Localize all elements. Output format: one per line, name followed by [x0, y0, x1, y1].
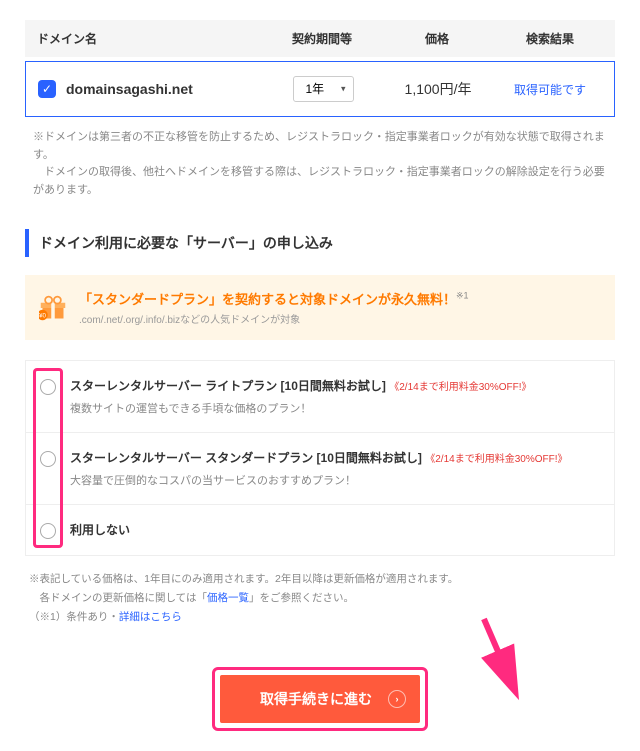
annotation-cta-highlight: 取得手続きに進む ›	[212, 667, 428, 731]
promo-line2: .com/.net/.org/.info/.bizなどの人気ドメインが対象	[79, 311, 469, 326]
domain-checkbox[interactable]: ✓	[38, 80, 56, 98]
availability-text: 取得可能です	[514, 83, 586, 97]
table-footnote: ※ドメインは第三者の不正な移管を防止するため、レジストラロック・指定事業者ロック…	[33, 129, 615, 199]
plan-option-light[interactable]: スターレンタルサーバー ライトプラン [10日間無料お試し] 《2/14まで利用…	[26, 361, 614, 433]
price-list-link[interactable]: 価格一覧	[207, 592, 249, 604]
promo-banner: ¥0 「スタンダードプラン」を契約すると対象ドメインが永久無料！※1 .com/…	[25, 275, 615, 340]
price-text: 1,100円/年	[378, 79, 498, 99]
radio-icon[interactable]	[40, 451, 56, 467]
radio-icon[interactable]	[40, 523, 56, 539]
section-heading: ドメイン利用に必要な「サーバー」の申し込み	[25, 229, 615, 257]
promo-line1: 「スタンダードプラン」を契約すると対象ドメインが永久無料！	[79, 292, 456, 307]
details-link[interactable]: 詳細はこちら	[119, 611, 182, 623]
col-period: 契約期間等	[267, 30, 377, 47]
proceed-button[interactable]: 取得手続きに進む ›	[220, 675, 420, 723]
col-price: 価格	[377, 30, 497, 47]
col-domain: ドメイン名	[37, 30, 267, 47]
domain-name-text: domainsagashi.net	[66, 81, 193, 97]
domain-table-row: ✓ domainsagashi.net 1年 ▾ 1,100円/年 取得可能です	[25, 61, 615, 117]
domain-table-header: ドメイン名 契約期間等 価格 検索結果	[25, 20, 615, 57]
radio-icon[interactable]	[40, 379, 56, 395]
col-result: 検索結果	[497, 30, 603, 47]
promo-note-mark: ※1	[456, 291, 469, 301]
chevron-right-icon: ›	[388, 690, 406, 708]
gift-icon: ¥0	[39, 294, 67, 322]
plan-option-none[interactable]: 利用しない	[26, 505, 614, 555]
period-select[interactable]: 1年	[293, 76, 354, 102]
plan-list: スターレンタルサーバー ライトプラン [10日間無料お試し] 《2/14まで利用…	[25, 360, 615, 556]
svg-text:¥0: ¥0	[39, 313, 46, 320]
plan-option-standard[interactable]: スターレンタルサーバー スタンダードプラン [10日間無料お試し] 《2/14ま…	[26, 433, 614, 505]
